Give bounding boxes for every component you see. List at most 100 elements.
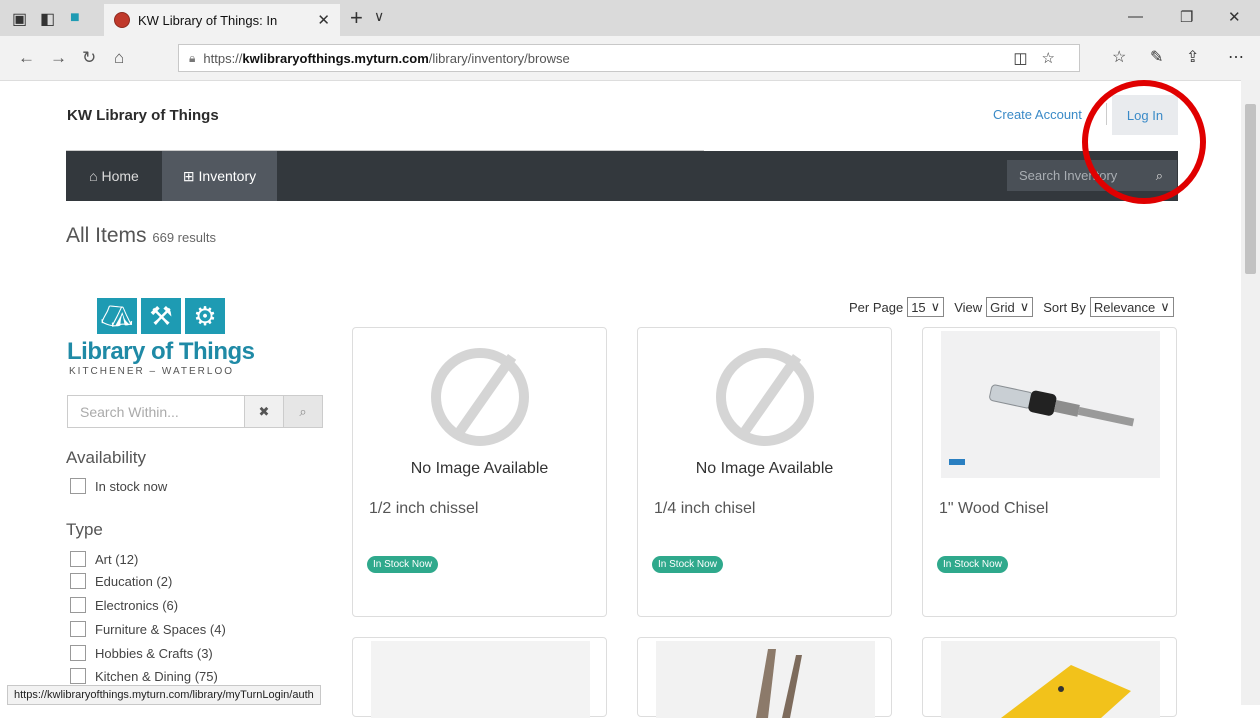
page-scrollbar[interactable] — [1241, 80, 1260, 705]
url-field[interactable]: 🔒︎ https://kwlibraryofthings.myturn.com /… — [178, 44, 1080, 72]
type-label: Kitchen & Dining (75) — [95, 668, 218, 684]
item-title[interactable]: 1/2 inch chissel — [369, 500, 478, 518]
scrollbar-thumb[interactable] — [1245, 104, 1256, 274]
item-card[interactable] — [637, 637, 892, 718]
pinned-tab-icon[interactable]: ■ — [70, 9, 86, 26]
window-close-icon[interactable]: ✕ — [1228, 8, 1241, 26]
more-icon[interactable]: ⋯ — [1228, 47, 1244, 67]
no-image-placeholder: No Image Available — [638, 348, 891, 478]
item-title[interactable]: 1" Wood Chisel — [939, 500, 1048, 518]
type-label: Electronics (6) — [95, 597, 179, 613]
per-page-value: 15 — [911, 299, 926, 315]
restore-icon[interactable]: ❐ — [1180, 8, 1193, 26]
checkbox-box[interactable] — [70, 668, 86, 684]
home-icon[interactable]: ⌂ — [114, 48, 124, 68]
share-icon[interactable]: ⇪ — [1186, 47, 1199, 67]
chevron-down-icon: ∨ — [1019, 299, 1030, 314]
no-image-text: No Image Available — [410, 460, 549, 477]
per-page-select[interactable]: 15 ∨ — [907, 297, 945, 317]
no-camera-icon — [715, 348, 814, 446]
no-image-text: No Image Available — [695, 460, 834, 477]
back-icon[interactable]: ← — [18, 48, 35, 68]
nav-home-label: Home — [101, 168, 139, 184]
checkbox-box[interactable] — [70, 573, 86, 589]
tab-close-icon[interactable]: ✕ — [317, 11, 330, 29]
view-value: Grid — [990, 299, 1015, 315]
favorites-icon[interactable]: ☆ — [1112, 47, 1126, 67]
url-host: kwlibraryofthings.myturn.com — [242, 50, 429, 66]
red-highlight-circle — [1082, 80, 1206, 204]
refresh-icon[interactable]: ↻ — [82, 48, 96, 68]
item-photo[interactable] — [941, 331, 1160, 478]
new-tab-icon[interactable]: + — [350, 5, 363, 31]
sort-value: Relevance — [1093, 299, 1156, 315]
type-checkbox[interactable]: Art (12) — [70, 551, 138, 567]
view-label: View — [954, 299, 983, 315]
tent-icon: ⛺︎ — [97, 298, 137, 334]
checkbox-box[interactable] — [70, 645, 86, 661]
grid-icon: ⊞ — [182, 167, 199, 184]
page-heading: All Items 669 results — [66, 224, 216, 248]
result-count: 669 results — [152, 230, 216, 245]
item-photo[interactable] — [941, 641, 1160, 718]
item-photo[interactable] — [656, 641, 875, 718]
main-nav: ⌂ Home ⊞ Inventory Search Inventory ⌕ — [66, 151, 1178, 201]
item-card[interactable] — [352, 637, 607, 718]
item-title[interactable]: 1/4 inch chisel — [654, 500, 755, 518]
logo-name: Library of Things — [67, 338, 255, 365]
screwdriver-set-image — [941, 641, 1160, 718]
status-bar-url: https://kwlibraryofthings.myturn.com/lib… — [7, 685, 321, 705]
search-within-input[interactable]: Search Within... — [67, 395, 245, 428]
type-checkbox[interactable]: Kitchen & Dining (75) — [70, 668, 218, 684]
checkbox-box[interactable] — [70, 597, 86, 613]
reading-view-favorite-icons[interactable]: ◫☆ — [1013, 49, 1069, 67]
availability-heading: Availability — [66, 448, 147, 467]
address-bar-row: ← → ↻ ⌂ 🔒︎ https://kwlibraryofthings.myt… — [0, 36, 1260, 81]
nav-home[interactable]: ⌂ Home — [66, 151, 162, 201]
per-page-label: Per Page — [849, 299, 904, 315]
type-checkbox[interactable]: Hobbies & Crafts (3) — [70, 645, 213, 661]
lock-icon: 🔒︎ — [189, 50, 196, 65]
checkbox-box[interactable] — [70, 551, 86, 567]
tab-actions-icon[interactable]: ▣ — [12, 9, 28, 28]
site-title[interactable]: KW Library of Things — [67, 107, 219, 124]
browser-tab-active[interactable]: KW Library of Things: In ✕ — [104, 4, 340, 36]
forward-icon[interactable]: → — [50, 48, 67, 68]
nav-inventory-label: Inventory — [198, 168, 257, 184]
type-checkbox[interactable]: Electronics (6) — [70, 597, 178, 613]
type-label: Education (2) — [95, 573, 173, 589]
minimize-icon[interactable]: — — [1128, 8, 1143, 25]
item-card[interactable]: No Image Available 1/4 inch chisel In St… — [637, 327, 892, 617]
item-card[interactable] — [922, 637, 1177, 718]
tab-preview-chevron-icon[interactable]: ∨ — [374, 8, 384, 25]
no-camera-icon — [430, 348, 529, 446]
drill-icon: ⚙︎ — [185, 298, 225, 334]
in-stock-checkbox[interactable]: In stock now — [70, 478, 167, 494]
hammer-icon: ⚒︎ — [141, 298, 181, 334]
notes-pen-icon[interactable]: ✎ — [1150, 47, 1163, 67]
set-aside-tabs-icon[interactable]: ◧ — [40, 9, 56, 28]
type-label: Art (12) — [95, 551, 139, 567]
view-select[interactable]: Grid ∨ — [986, 297, 1034, 317]
checkbox-box[interactable] — [70, 478, 86, 494]
search-within-icon[interactable]: ⌕ — [284, 395, 323, 428]
item-card[interactable]: 1" Wood Chisel In Stock Now — [922, 327, 1177, 617]
item-photo[interactable] — [371, 641, 590, 718]
library-logo[interactable]: ⛺︎ ⚒︎ ⚙︎ Library of Things KITCHENER – WAT… — [67, 298, 267, 388]
chisel-image — [941, 331, 1160, 478]
in-stock-label: In stock now — [95, 478, 168, 494]
stock-badge: In Stock Now — [652, 556, 723, 573]
sort-select[interactable]: Relevance ∨ — [1089, 297, 1174, 317]
logo-sub: KITCHENER – WATERLOO — [69, 366, 235, 377]
no-image-placeholder: No Image Available — [353, 348, 606, 478]
tab-title: KW Library of Things: In — [138, 12, 278, 28]
stock-badge: In Stock Now — [367, 556, 438, 573]
nav-inventory[interactable]: ⊞ Inventory — [162, 151, 277, 201]
checkbox-box[interactable] — [70, 621, 86, 637]
type-checkbox[interactable]: Furniture & Spaces (4) — [70, 621, 226, 637]
clear-icon[interactable]: ✖ — [245, 395, 284, 428]
stock-badge: In Stock Now — [937, 556, 1008, 573]
create-account-link[interactable]: Create Account — [993, 107, 1082, 122]
item-card[interactable]: No Image Available 1/2 inch chissel In S… — [352, 327, 607, 617]
type-checkbox[interactable]: Education (2) — [70, 573, 172, 589]
